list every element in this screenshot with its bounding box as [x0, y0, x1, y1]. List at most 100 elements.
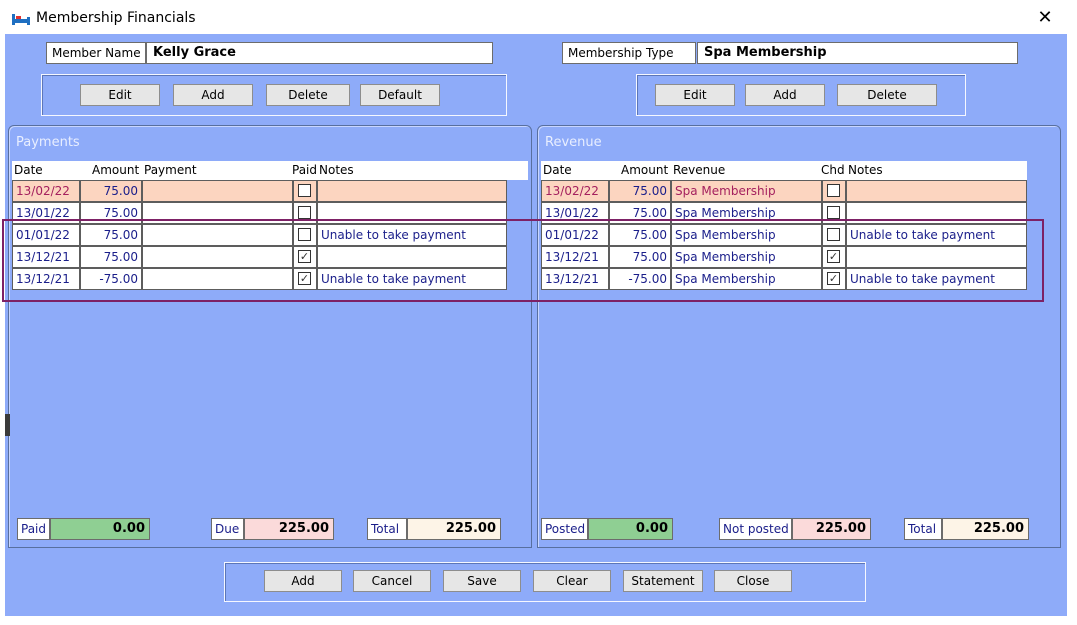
payment-cell[interactable]	[142, 246, 293, 268]
revenue-add-button[interactable]: Add	[745, 84, 825, 106]
date-cell[interactable]: 13/01/22	[12, 202, 80, 224]
col-paid: Paid	[292, 163, 318, 177]
table-row[interactable]: 13/02/22 75.00 Spa Membership	[541, 180, 1027, 202]
chd-cell[interactable]	[822, 202, 846, 224]
chd-cell[interactable]	[822, 224, 846, 246]
paid-checkbox[interactable]	[298, 228, 311, 241]
date-cell[interactable]: 13/12/21	[12, 268, 80, 290]
chd-checkbox[interactable]	[827, 184, 840, 197]
payment-cell[interactable]	[142, 202, 293, 224]
amount-cell[interactable]: 75.00	[80, 202, 142, 224]
table-row[interactable]: 13/02/22 75.00	[12, 180, 507, 202]
notes-cell[interactable]	[846, 202, 1027, 224]
payments-add-button[interactable]: Add	[173, 84, 253, 106]
paid-cell[interactable]	[293, 202, 317, 224]
payments-table-header: Date Amount Payment Paid Notes	[12, 161, 528, 180]
date-cell[interactable]: 13/02/22	[12, 180, 80, 202]
paid-checkbox[interactable]	[298, 206, 311, 219]
table-row[interactable]: 01/01/22 75.00 Spa Membership Unable to tak…	[541, 224, 1027, 246]
amount-cell[interactable]: -75.00	[609, 268, 671, 290]
paid-cell[interactable]	[293, 224, 317, 246]
date-cell[interactable]: 13/12/21	[541, 268, 609, 290]
amount-cell[interactable]: -75.00	[80, 268, 142, 290]
footer-save-button[interactable]: Save	[443, 570, 521, 592]
chd-checkbox[interactable]	[827, 206, 840, 219]
amount-cell[interactable]: 75.00	[609, 202, 671, 224]
posted-total-value: 0.00	[588, 518, 673, 540]
revenue-cell[interactable]: Spa Membership	[671, 180, 822, 202]
revenue-table: Date Amount Revenue Chd Notes 13/02/22 75…	[541, 161, 1027, 311]
payments-delete-button[interactable]: Delete	[266, 84, 350, 106]
notes-cell[interactable]	[317, 180, 507, 202]
footer-statement-button[interactable]: Statement	[623, 570, 703, 592]
notes-cell[interactable]	[846, 180, 1027, 202]
revenue-total-value: 225.00	[942, 518, 1029, 540]
amount-cell[interactable]: 75.00	[80, 246, 142, 268]
paid-checkbox[interactable]	[298, 184, 311, 197]
paid-cell[interactable]	[293, 180, 317, 202]
revenue-cell[interactable]: Spa Membership	[671, 246, 822, 268]
due-label: Due	[211, 518, 244, 540]
posted-label: Posted	[541, 518, 588, 540]
amount-cell[interactable]: 75.00	[609, 246, 671, 268]
date-cell[interactable]: 13/02/22	[541, 180, 609, 202]
table-row[interactable]: 13/12/21 75.00 Spa Membership ✓	[541, 246, 1027, 268]
member-name-label: Member Name	[46, 42, 146, 64]
footer-cancel-button[interactable]: Cancel	[353, 570, 431, 592]
membership-type-field[interactable]: Spa Membership	[697, 42, 1018, 64]
col-notes: Notes	[848, 163, 883, 177]
footer-clear-button[interactable]: Clear	[533, 570, 611, 592]
payments-table: Date Amount Payment Paid Notes 13/02/22 7…	[12, 161, 528, 311]
amount-cell[interactable]: 75.00	[609, 224, 671, 246]
notes-cell[interactable]	[317, 202, 507, 224]
table-row[interactable]: 01/01/22 75.00 Unable to take payment	[12, 224, 507, 246]
window-title: Membership Financials	[36, 10, 196, 26]
payments-edit-button[interactable]: Edit	[80, 84, 160, 106]
footer-close-button[interactable]: Close	[714, 570, 792, 592]
table-row[interactable]: 13/12/21 -75.00 Spa Membership ✓ Unable to t…	[541, 268, 1027, 290]
chd-checkbox[interactable]: ✓	[827, 250, 840, 263]
amount-cell[interactable]: 75.00	[609, 180, 671, 202]
notes-cell[interactable]: Unable to take payment	[846, 224, 1027, 246]
date-cell[interactable]: 13/12/21	[541, 246, 609, 268]
chd-cell[interactable]: ✓	[822, 268, 846, 290]
paid-cell[interactable]: ✓	[293, 268, 317, 290]
chd-checkbox[interactable]	[827, 228, 840, 241]
revenue-edit-button[interactable]: Edit	[655, 84, 735, 106]
payment-cell[interactable]	[142, 180, 293, 202]
payment-cell[interactable]	[142, 224, 293, 246]
table-row[interactable]: 13/01/22 75.00 Spa Membership	[541, 202, 1027, 224]
table-row[interactable]: 13/12/21 -75.00 ✓ Unable to take payment	[12, 268, 507, 290]
revenue-cell[interactable]: Spa Membership	[671, 268, 822, 290]
notes-cell[interactable]	[317, 246, 507, 268]
chd-checkbox[interactable]: ✓	[827, 272, 840, 285]
notes-cell[interactable]: Unable to take payment	[846, 268, 1027, 290]
payment-cell[interactable]	[142, 268, 293, 290]
amount-cell[interactable]: 75.00	[80, 180, 142, 202]
date-cell[interactable]: 01/01/22	[12, 224, 80, 246]
revenue-delete-button[interactable]: Delete	[837, 84, 937, 106]
chd-cell[interactable]: ✓	[822, 246, 846, 268]
notes-cell[interactable]	[846, 246, 1027, 268]
table-row[interactable]: 13/12/21 75.00 ✓	[12, 246, 507, 268]
col-revenue: Revenue	[673, 163, 726, 177]
col-amount: Amount	[92, 163, 140, 177]
date-cell[interactable]: 13/01/22	[541, 202, 609, 224]
paid-label: Paid	[17, 518, 50, 540]
footer-add-button[interactable]: Add	[264, 570, 342, 592]
amount-cell[interactable]: 75.00	[80, 224, 142, 246]
paid-cell[interactable]: ✓	[293, 246, 317, 268]
paid-checkbox[interactable]: ✓	[298, 272, 311, 285]
paid-checkbox[interactable]: ✓	[298, 250, 311, 263]
date-cell[interactable]: 13/12/21	[12, 246, 80, 268]
revenue-cell[interactable]: Spa Membership	[671, 202, 822, 224]
member-name-field[interactable]: Kelly Grace	[146, 42, 493, 64]
date-cell[interactable]: 01/01/22	[541, 224, 609, 246]
payments-default-button[interactable]: Default	[360, 84, 440, 106]
close-icon[interactable]: ✕	[1035, 9, 1055, 29]
revenue-cell[interactable]: Spa Membership	[671, 224, 822, 246]
notes-cell[interactable]: Unable to take payment	[317, 224, 507, 246]
table-row[interactable]: 13/01/22 75.00	[12, 202, 507, 224]
chd-cell[interactable]	[822, 180, 846, 202]
notes-cell[interactable]: Unable to take payment	[317, 268, 507, 290]
